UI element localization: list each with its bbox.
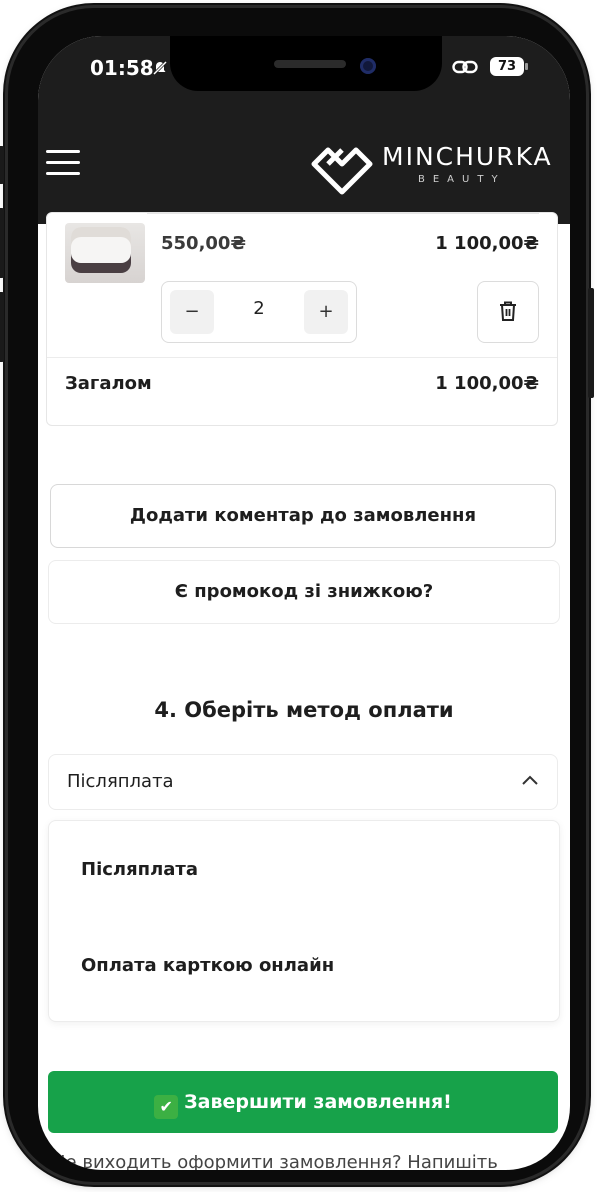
side-button xyxy=(0,146,4,184)
power-button xyxy=(588,288,594,398)
link-icon xyxy=(452,60,478,74)
product-thumbnail[interactable] xyxy=(65,223,145,283)
trash-icon xyxy=(500,301,516,321)
brand-name: MINCHURKA xyxy=(382,142,553,171)
cart-summary: 550,00₴ 1 100,00₴ − 2 + Загалом 1 100,00… xyxy=(46,212,558,426)
volume-down-button xyxy=(0,292,4,362)
screen: 01:58 73 MINCHURKA BEAUTY 550,00₴ 1 100,… xyxy=(38,36,570,1170)
menu-icon xyxy=(46,150,80,153)
payment-method-select[interactable]: Післяплата xyxy=(48,754,558,810)
site-header: 01:58 73 MINCHURKA BEAUTY xyxy=(38,36,570,224)
complete-order-label: Завершити замовлення! xyxy=(184,1091,452,1113)
checkout-content: 550,00₴ 1 100,00₴ − 2 + Загалом 1 100,00… xyxy=(38,212,570,1170)
status-time: 01:58 xyxy=(90,56,154,80)
menu-icon-line xyxy=(46,161,80,164)
payment-options-list: Післяплата Оплата карткою онлайн xyxy=(48,820,560,1022)
product-jar-image xyxy=(71,227,131,273)
total-value: 1 100,00₴ xyxy=(435,373,539,394)
menu-button[interactable] xyxy=(46,148,80,178)
silent-bell-icon xyxy=(152,60,168,76)
menu-icon-line xyxy=(46,172,80,175)
front-camera xyxy=(360,58,376,74)
speaker-grille xyxy=(274,60,346,68)
remove-item-button[interactable] xyxy=(477,281,539,343)
line-total: 1 100,00₴ xyxy=(435,233,539,254)
add-comment-button[interactable]: Додати коментар до замовлення xyxy=(50,484,556,548)
camera-notch xyxy=(170,36,442,91)
brand-logo-icon xyxy=(311,147,373,195)
divider xyxy=(147,213,539,214)
help-note: Не виходить оформити замовлення? Напишіт… xyxy=(52,1152,498,1170)
increment-button[interactable]: + xyxy=(304,290,348,334)
battery-indicator: 73 xyxy=(490,57,528,76)
selected-payment-method: Післяплата xyxy=(67,771,174,792)
brand-subtitle: BEAUTY xyxy=(418,174,506,185)
volume-up-button xyxy=(0,208,4,278)
quantity-stepper: − 2 + xyxy=(161,281,357,343)
chevron-up-icon xyxy=(522,775,538,785)
payment-option-card[interactable]: Оплата карткою онлайн xyxy=(81,955,334,976)
payment-section-title: 4. Оберіть метод оплати xyxy=(154,698,454,722)
check-mark-icon: ✔ xyxy=(154,1095,179,1119)
unit-price: 550,00₴ xyxy=(161,233,246,254)
promo-code-button[interactable]: Є промокод зі знижкою? xyxy=(48,560,560,624)
complete-order-button[interactable]: ✔ Завершити замовлення! xyxy=(48,1071,558,1133)
phone-frame: 01:58 73 MINCHURKA BEAUTY 550,00₴ 1 100,… xyxy=(0,8,594,1182)
brand-logo[interactable]: MINCHURKA BEAUTY xyxy=(308,134,560,198)
divider xyxy=(47,357,557,358)
total-label: Загалом xyxy=(65,373,152,394)
payment-option-cod[interactable]: Післяплата xyxy=(81,859,198,880)
